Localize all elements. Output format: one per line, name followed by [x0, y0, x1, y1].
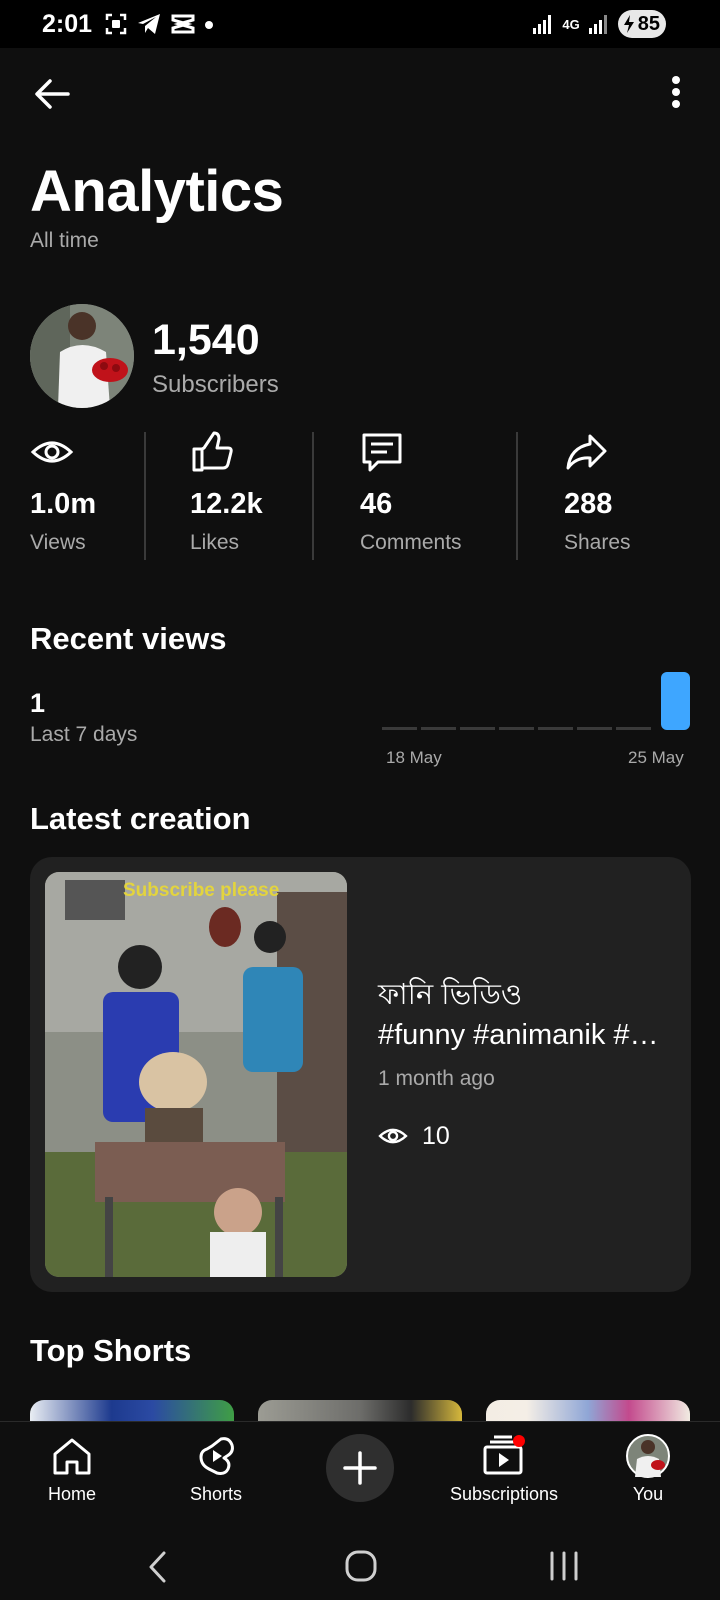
avatar-photo — [30, 304, 134, 408]
video-views: 10 — [378, 1121, 450, 1151]
short-thumbnail[interactable] — [30, 1400, 234, 1422]
chart-tick-label: 25 May — [628, 748, 684, 767]
stat-value: 1.0m — [30, 488, 97, 520]
nav-label: Subscriptions — [449, 1484, 559, 1504]
thumbs-up-icon — [192, 431, 233, 472]
latest-creation-title: Latest creation — [30, 801, 251, 836]
chart-bar — [499, 727, 534, 730]
chart-bar — [577, 727, 612, 730]
eye-icon — [378, 1128, 408, 1144]
shorts-icon — [199, 1437, 234, 1475]
system-home-icon[interactable] — [344, 1549, 378, 1583]
video-title-line1: ফানি ভিডিও — [378, 979, 523, 1011]
short-thumbnail[interactable] — [258, 1400, 462, 1422]
chart-bar — [421, 727, 456, 730]
subscriptions-icon — [483, 1435, 525, 1475]
nav-label: You — [632, 1484, 664, 1504]
stat-divider — [516, 432, 518, 560]
thumbnail-caption: Subscribe please — [123, 880, 279, 901]
video-views-count: 10 — [422, 1121, 450, 1150]
back-button[interactable] — [28, 70, 76, 118]
chart-tick-label: 18 May — [386, 748, 442, 767]
arrow-left-icon — [35, 79, 70, 109]
short-thumbnail[interactable] — [486, 1400, 690, 1422]
more-vert-icon — [672, 76, 680, 108]
top-app-bar — [0, 48, 720, 140]
status-system-icons: 4G 85 — [532, 10, 666, 38]
stat-value: 46 — [360, 488, 393, 520]
charging-icon — [623, 15, 634, 33]
top-shorts-title: Top Shorts — [30, 1333, 192, 1368]
nav-home[interactable]: Home — [2, 1432, 142, 1505]
chart-bar — [382, 727, 417, 730]
create-button[interactable] — [326, 1434, 394, 1502]
bottom-navigation: Home Shorts Subscriptions You — [0, 1421, 720, 1525]
home-icon — [53, 1438, 91, 1475]
avatar — [626, 1434, 670, 1478]
stat-label: Shares — [564, 531, 631, 554]
signal-icon-2 — [588, 15, 607, 34]
stat-shares: 288 Shares — [564, 430, 631, 560]
video-posted-time: 1 month ago — [378, 1067, 495, 1090]
more-options-button[interactable] — [666, 74, 686, 114]
plus-icon — [343, 1451, 377, 1485]
system-back-icon[interactable] — [146, 1551, 170, 1583]
battery-indicator: 85 — [617, 10, 666, 38]
telegram-icon — [138, 14, 160, 34]
recent-views-title: Recent views — [30, 621, 227, 656]
network-type: 4G — [562, 16, 580, 32]
thumbnail-image: Subscribe please — [45, 872, 347, 1277]
stat-value: 12.2k — [190, 488, 263, 520]
stat-comments: 46 Comments — [360, 430, 462, 560]
system-navigation-bar — [0, 1525, 720, 1600]
status-notification-icons — [104, 12, 214, 36]
comment-icon — [362, 433, 402, 472]
chart-bar — [538, 727, 573, 730]
subscriber-label: Subscribers — [152, 371, 279, 398]
status-time: 2:01 — [42, 10, 93, 38]
stat-value: 288 — [564, 488, 613, 520]
stat-views: 1.0m Views — [30, 430, 96, 560]
nav-subscriptions[interactable]: Subscriptions — [434, 1432, 574, 1505]
stat-divider — [312, 432, 314, 560]
stat-label: Comments — [360, 531, 462, 554]
video-title-line2: #funny #animanik #… — [378, 1019, 659, 1051]
stat-label: Likes — [190, 531, 240, 554]
chart-bar — [616, 727, 651, 730]
screenshot-icon — [105, 13, 127, 35]
nav-label: Home — [47, 1484, 96, 1504]
recent-views-period: Last 7 days — [30, 723, 138, 746]
recent-views-value: 1 — [30, 688, 46, 718]
system-recents-icon[interactable] — [548, 1551, 580, 1581]
subscriber-count: 1,540 — [152, 316, 260, 364]
top-shorts-row — [30, 1400, 720, 1422]
latest-creation-card[interactable]: Subscribe please ফানি ভিডিও #funny #anim… — [30, 857, 691, 1292]
nav-shorts[interactable]: Shorts — [146, 1432, 286, 1505]
stat-label: Views — [30, 531, 86, 554]
capcut-icon — [171, 14, 195, 34]
dot-icon — [205, 21, 213, 29]
page-title: Analytics — [30, 159, 284, 224]
eye-icon — [30, 441, 74, 463]
page-subtitle: All time — [30, 229, 99, 252]
status-bar: 2:01 4G 85 — [0, 0, 720, 48]
share-icon — [566, 434, 607, 470]
video-thumbnail[interactable]: Subscribe please — [45, 872, 347, 1277]
stat-likes: 12.2k Likes — [190, 430, 263, 560]
nav-you[interactable]: You — [578, 1432, 718, 1505]
chart-bar — [460, 727, 495, 730]
chart-bar — [661, 672, 690, 730]
signal-icon — [533, 15, 552, 34]
video-title[interactable]: ফানি ভিডিও #funny #animanik #… — [378, 975, 678, 1055]
channel-avatar — [30, 304, 134, 408]
battery-level: 85 — [637, 12, 660, 35]
stat-divider — [144, 432, 146, 560]
nav-label: Shorts — [189, 1484, 243, 1504]
